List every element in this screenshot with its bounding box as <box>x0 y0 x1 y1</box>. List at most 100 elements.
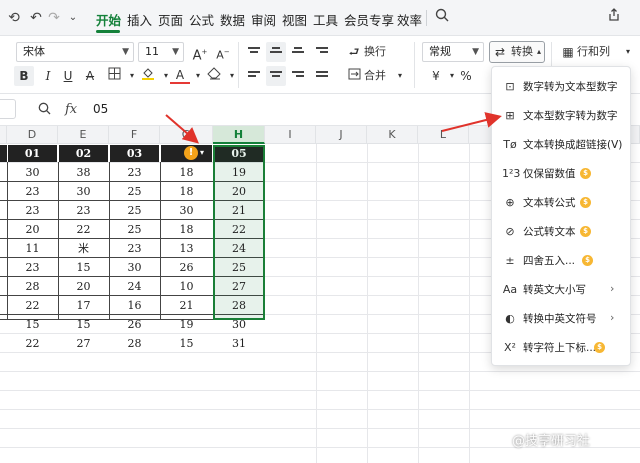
warning-dropdown-icon[interactable]: ▾ <box>200 146 204 160</box>
table-cell[interactable]: 26 <box>109 315 160 334</box>
table-cell[interactable]: 28 <box>213 296 265 315</box>
font-color-button[interactable]: A <box>170 66 190 84</box>
search-replace-icon[interactable]: ⟲ <box>4 8 24 28</box>
table-cell[interactable]: 22 <box>7 296 58 315</box>
fill-color-icon[interactable] <box>138 66 158 86</box>
table-cell[interactable]: 25 <box>109 220 160 239</box>
table-cell[interactable]: 27 <box>213 277 265 296</box>
undo-icon[interactable]: ↶ <box>26 8 46 28</box>
fx-icon[interactable]: fx <box>65 102 77 117</box>
table-cell[interactable]: 25 <box>109 201 160 220</box>
column-header-f[interactable]: F <box>109 126 160 144</box>
table-cell[interactable]: 30 <box>7 163 58 182</box>
table-cell[interactable]: 米 <box>58 239 109 258</box>
convert-button[interactable]: ⇄ 转换 ▴ <box>489 41 545 63</box>
menu-item-hyperlink[interactable]: Tø 文本转换成超链接(V) <box>492 130 630 159</box>
clear-format-icon[interactable] <box>204 66 224 86</box>
align-middle-icon[interactable] <box>266 42 286 62</box>
table-cell[interactable]: 18 <box>160 163 213 182</box>
table-cell[interactable]: 15 <box>160 334 213 353</box>
table-cell[interactable]: 30 <box>160 201 213 220</box>
table-cell[interactable]: 19 <box>160 315 213 334</box>
menu-item-text-to-formula[interactable]: ⊕ 文本转公式 $ <box>492 188 630 217</box>
table-cell[interactable]: 11 <box>7 239 58 258</box>
table-cell[interactable]: 38 <box>58 163 109 182</box>
align-right-icon[interactable] <box>288 66 308 86</box>
name-box[interactable] <box>0 99 16 119</box>
table-cell[interactable]: 18 <box>160 182 213 201</box>
table-cell[interactable]: 22 <box>58 220 109 239</box>
align-left-icon[interactable] <box>244 66 264 86</box>
row-col-button[interactable]: 行和列 <box>577 42 610 62</box>
menu-item-formula-to-text[interactable]: ⊘ 公式转文本 $ <box>492 217 630 246</box>
table-cell[interactable]: 25 <box>213 258 265 277</box>
align-bottom-icon[interactable] <box>288 42 308 62</box>
table-cell[interactable]: 15 <box>58 258 109 277</box>
table-header-cell[interactable]: 02 <box>59 145 108 162</box>
table-cell[interactable]: 22 <box>7 334 58 353</box>
tab-efficiency[interactable]: 效率 <box>397 10 422 29</box>
column-header-k[interactable]: K <box>367 126 418 144</box>
redo-icon[interactable]: ↷ <box>44 8 64 28</box>
tab-formulas[interactable]: 公式 <box>189 10 214 29</box>
table-cell[interactable]: 28 <box>7 277 58 296</box>
indent-icon[interactable] <box>312 42 332 62</box>
row-col-dropdown-icon[interactable]: ▾ <box>618 42 638 62</box>
menu-item-keep-values[interactable]: 1²3 仅保留数值 $ <box>492 159 630 188</box>
align-top-icon[interactable] <box>244 42 264 62</box>
table-cell[interactable]: 31 <box>213 334 265 353</box>
decrease-font-button[interactable]: A− <box>213 42 233 62</box>
table-cell[interactable]: 15 <box>58 315 109 334</box>
tab-page[interactable]: 页面 <box>158 10 183 29</box>
table-cell[interactable]: 20 <box>7 220 58 239</box>
increase-font-button[interactable]: A+ <box>190 42 210 63</box>
formula-input[interactable]: 05 <box>93 102 108 116</box>
table-cell[interactable]: 30 <box>58 182 109 201</box>
tab-view[interactable]: 视图 <box>282 10 307 29</box>
table-cell[interactable]: 24 <box>213 239 265 258</box>
table-cell[interactable]: 23 <box>7 258 58 277</box>
table-cell[interactable]: 23 <box>58 201 109 220</box>
table-cell[interactable]: 27 <box>58 334 109 353</box>
table-cell[interactable]: 28 <box>109 334 160 353</box>
table-cell[interactable]: 30 <box>213 315 265 334</box>
table-cell[interactable]: 13 <box>160 239 213 258</box>
table-cell[interactable]: 21 <box>160 296 213 315</box>
font-size-select[interactable]: 11 ▼ <box>138 42 184 62</box>
column-header-h[interactable]: H <box>213 126 265 144</box>
table-cell[interactable]: 26 <box>160 258 213 277</box>
menu-item-punctuation[interactable]: ◐ 转换中英文符号 › <box>492 304 630 333</box>
wrap-text-icon[interactable]: ⮐ <box>344 42 364 62</box>
menu-item-round[interactable]: ± 四舍五入... $ <box>492 246 630 275</box>
search-icon[interactable] <box>432 8 452 28</box>
tab-member[interactable]: 会员专享 <box>344 10 394 29</box>
table-header-cell[interactable]: 01 <box>8 145 57 162</box>
table-cell[interactable]: 18 <box>160 220 213 239</box>
column-header-i[interactable]: I <box>265 126 316 144</box>
strikethrough-button[interactable]: A <box>80 66 100 86</box>
table-cell[interactable]: 20 <box>58 277 109 296</box>
share-icon[interactable] <box>604 8 624 28</box>
column-header-l[interactable]: L <box>418 126 469 144</box>
wrap-text-button[interactable]: 换行 <box>364 42 386 62</box>
tab-data[interactable]: 数据 <box>220 10 245 29</box>
menu-item-text-to-number[interactable]: ⊞ 文本型数字转为数字 <box>492 101 630 130</box>
table-cell[interactable]: 23 <box>7 201 58 220</box>
table-cell[interactable]: 16 <box>109 296 160 315</box>
font-name-select[interactable]: 宋体 ▼ <box>16 42 134 62</box>
table-cell[interactable]: 22 <box>213 220 265 239</box>
table-cell[interactable]: 19 <box>213 163 265 182</box>
table-cell[interactable]: 20 <box>213 182 265 201</box>
number-format-select[interactable]: 常规 ▼ <box>422 42 484 62</box>
italic-button[interactable]: I <box>38 66 58 86</box>
tab-home[interactable]: 开始 <box>96 10 121 29</box>
tab-review[interactable]: 审阅 <box>251 10 276 29</box>
table-cell[interactable]: 10 <box>160 277 213 296</box>
border-icon[interactable] <box>104 66 124 86</box>
menu-item-case[interactable]: Aa 转英文大小写 › <box>492 275 630 304</box>
column-header-d[interactable]: D <box>7 126 58 144</box>
column-header-g[interactable]: G <box>160 126 213 144</box>
column-header-c[interactable] <box>0 126 7 144</box>
table-header-cell[interactable] <box>0 145 7 162</box>
table-cell[interactable]: 23 <box>109 163 160 182</box>
